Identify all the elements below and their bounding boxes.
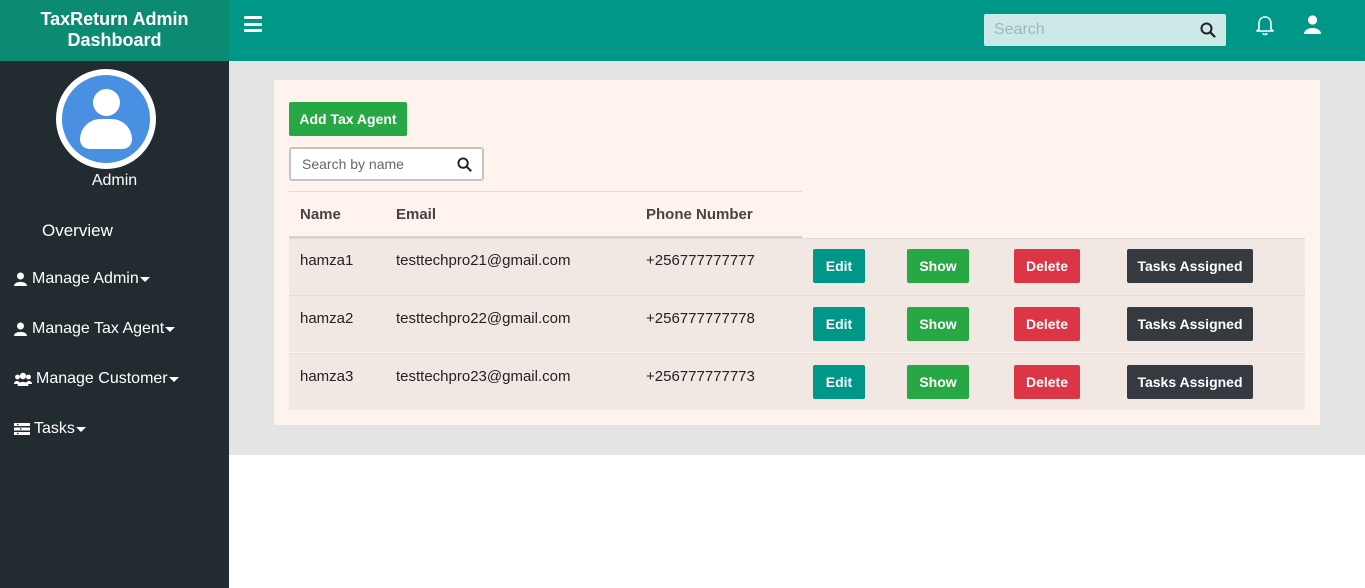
delete-button[interactable]: Delete bbox=[1014, 249, 1080, 283]
sidebar: TaxReturn Admin Dashboard Admin Overview… bbox=[0, 0, 229, 588]
cell-email: testtechpro23@gmail.com bbox=[396, 368, 571, 385]
show-button[interactable]: Show bbox=[907, 365, 969, 399]
sidebar-item-label: Manage Tax Agent bbox=[32, 320, 165, 337]
cell-email: testtechpro21@gmail.com bbox=[396, 252, 571, 269]
sidebar-item-label: Tasks bbox=[34, 420, 75, 437]
avatar-user-icon bbox=[62, 75, 150, 163]
caret-down-icon bbox=[75, 426, 86, 432]
cell-name: hamza1 bbox=[300, 252, 354, 269]
tasks-assigned-button[interactable]: Tasks Assigned bbox=[1127, 249, 1253, 283]
users-icon bbox=[14, 372, 32, 386]
sidebar-item-label: Manage Admin bbox=[32, 270, 139, 287]
add-tax-agent-button[interactable]: Add Tax Agent bbox=[289, 102, 407, 136]
cell-phone: +256777777773 bbox=[646, 368, 755, 385]
brand-title-line1: TaxReturn Admin bbox=[40, 9, 189, 29]
edit-button[interactable]: Edit bbox=[813, 365, 865, 399]
bell-icon[interactable] bbox=[1255, 15, 1275, 42]
cell-phone: +256777777778 bbox=[646, 310, 755, 327]
table-top-border bbox=[289, 191, 802, 192]
global-search-input[interactable] bbox=[984, 14, 1184, 46]
menu-toggle-icon[interactable] bbox=[244, 16, 262, 32]
sidebar-item-manage-admin[interactable]: Manage Admin bbox=[14, 270, 150, 288]
sidebar-item-tasks[interactable]: Tasks bbox=[14, 420, 86, 438]
sidebar-item-label: Manage Customer bbox=[36, 370, 168, 387]
brand-title: TaxReturn Admin Dashboard bbox=[0, 0, 229, 61]
search-icon[interactable] bbox=[457, 157, 472, 177]
tasks-assigned-button[interactable]: Tasks Assigned bbox=[1127, 307, 1253, 341]
tasks-icon bbox=[14, 422, 30, 436]
cell-email: testtechpro22@gmail.com bbox=[396, 310, 571, 327]
profile-name: Admin bbox=[91, 172, 138, 189]
caret-down-icon bbox=[139, 276, 150, 282]
edit-button[interactable]: Edit bbox=[813, 249, 865, 283]
show-button[interactable]: Show bbox=[907, 249, 969, 283]
user-icon bbox=[14, 272, 28, 286]
search-by-name-input[interactable] bbox=[291, 149, 451, 179]
global-search bbox=[984, 14, 1226, 46]
cell-name: hamza2 bbox=[300, 310, 354, 327]
column-header-phone: Phone Number bbox=[646, 206, 753, 223]
column-header-name: Name bbox=[300, 206, 341, 223]
cell-name: hamza3 bbox=[300, 368, 354, 385]
name-search bbox=[289, 147, 484, 181]
user-icon bbox=[14, 322, 28, 336]
avatar[interactable] bbox=[56, 69, 156, 169]
delete-button[interactable]: Delete bbox=[1014, 365, 1080, 399]
sidebar-item-overview[interactable]: Overview bbox=[42, 221, 113, 241]
sidebar-item-manage-tax-agent[interactable]: Manage Tax Agent bbox=[14, 320, 176, 338]
caret-down-icon bbox=[168, 376, 179, 382]
cell-phone: +256777777777 bbox=[646, 252, 755, 269]
brand-title-line2: Dashboard bbox=[67, 30, 162, 50]
edit-button[interactable]: Edit bbox=[813, 307, 865, 341]
delete-button[interactable]: Delete bbox=[1014, 307, 1080, 341]
sidebar-item-manage-customer[interactable]: Manage Customer bbox=[14, 370, 179, 388]
column-header-email: Email bbox=[396, 206, 437, 223]
show-button[interactable]: Show bbox=[907, 307, 969, 341]
caret-down-icon bbox=[165, 326, 176, 332]
search-icon[interactable] bbox=[1200, 22, 1216, 43]
top-bar bbox=[229, 0, 1365, 61]
user-account-icon[interactable] bbox=[1304, 15, 1321, 39]
tasks-assigned-button[interactable]: Tasks Assigned bbox=[1127, 365, 1253, 399]
